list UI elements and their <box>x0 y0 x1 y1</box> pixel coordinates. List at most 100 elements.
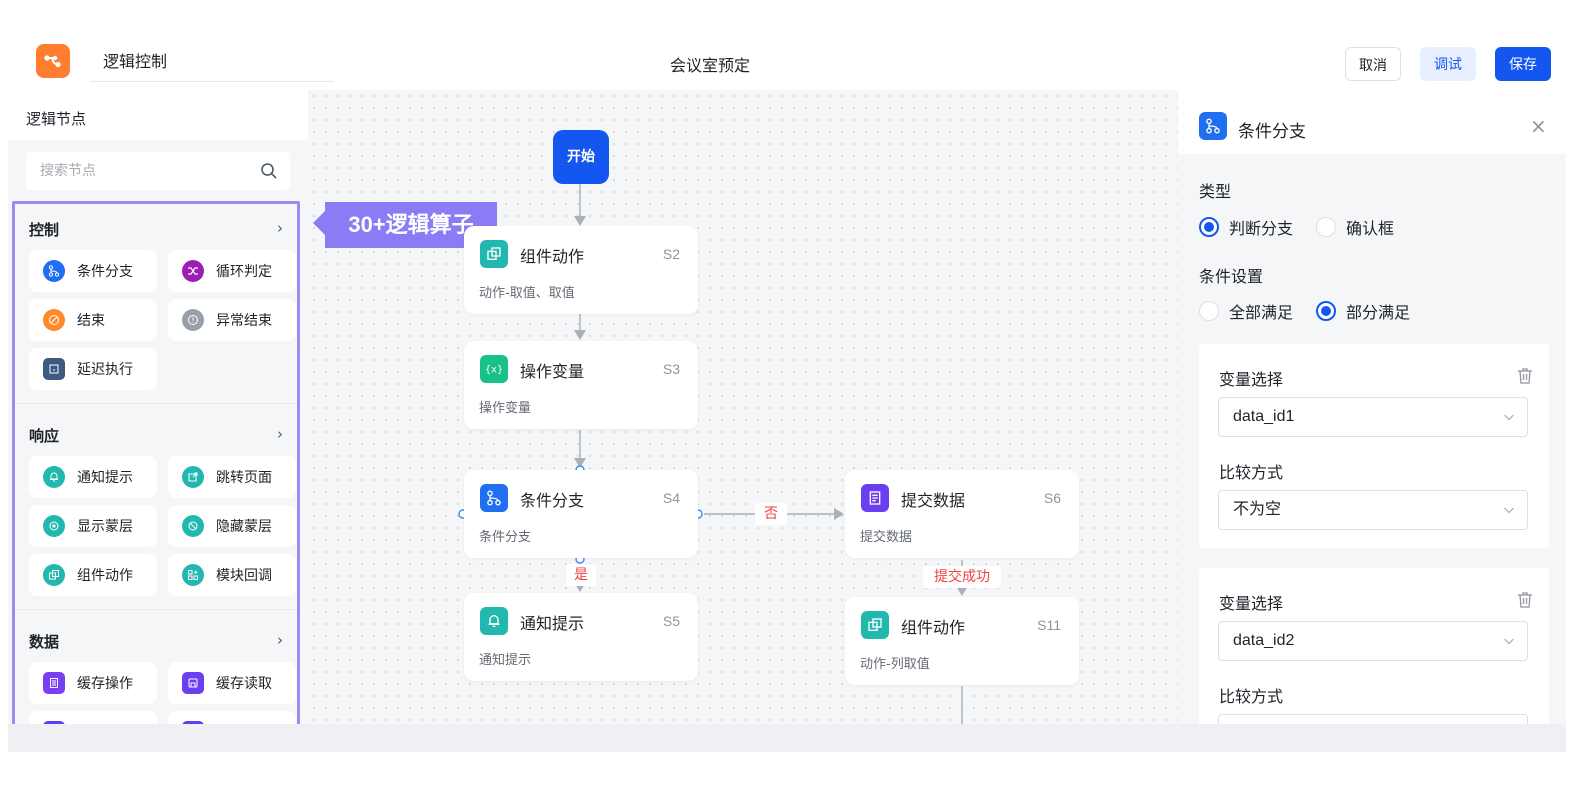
palette-item-label: 缓存读取 <box>216 676 272 692</box>
cancel-button[interactable]: 取消 <box>1345 47 1401 81</box>
flow-node-title: 组件动作 <box>901 618 966 637</box>
palette-item-exception-end[interactable]: 异常结束 <box>168 299 296 341</box>
palette-item-label: 组件动作 <box>77 568 133 584</box>
palette-item-label: 条件分支 <box>77 264 133 280</box>
condition-card: 变量选择 data_id1 比较方式 不为空 <box>1199 344 1549 548</box>
delay-icon <box>43 358 65 380</box>
flow-node-title: 条件分支 <box>520 491 585 510</box>
variable-select[interactable]: data_id2 <box>1218 621 1528 661</box>
compare-label: 比较方式 <box>1219 687 1284 706</box>
palette-item-cache-operation[interactable]: 缓存操作 <box>29 662 157 704</box>
palette-item-label: 循环判定 <box>216 264 272 280</box>
flow-node-s3[interactable]: {x} 操作变量 S3 操作变量 <box>464 341 698 429</box>
chevron-right-icon[interactable]: › <box>277 631 283 649</box>
radio-label: 确认框 <box>1346 219 1395 238</box>
radio-condition-all[interactable]: 全部满足 <box>1199 299 1293 323</box>
trash-icon[interactable] <box>1515 590 1535 610</box>
chevron-down-icon <box>1504 507 1514 514</box>
flow-node-title: 通知提示 <box>520 614 585 633</box>
palette-item-cache-read[interactable]: 缓存读取 <box>168 662 296 704</box>
node-palette: 控制 › 条件分支 循环判定 结束 异常结束 延迟执行 响应 › 通知提示 跳转… <box>12 201 300 730</box>
flow-node-desc: 操作变量 <box>479 401 532 416</box>
select-value: 不为空 <box>1233 501 1282 518</box>
palette-item-condition-branch[interactable]: 条件分支 <box>29 250 157 292</box>
palette-item-delay[interactable]: 延迟执行 <box>29 348 157 390</box>
flow-node-s2[interactable]: 组件动作 S2 动作-取值、取值 <box>464 226 698 314</box>
flow-node-s4[interactable]: 条件分支 S4 条件分支 <box>464 470 698 558</box>
group-divider <box>15 403 297 404</box>
chevron-right-icon[interactable]: › <box>277 425 283 443</box>
palette-item-loop[interactable]: 循环判定 <box>168 250 296 292</box>
cache-read-icon <box>182 672 204 694</box>
palette-item-redirect[interactable]: 跳转页面 <box>168 456 296 498</box>
compare-select[interactable]: 不为空 <box>1218 490 1528 530</box>
condition-card: 变量选择 data_id2 比较方式 <box>1199 568 1549 726</box>
component-icon <box>861 611 889 639</box>
palette-item-module-callback[interactable]: 模块回调 <box>168 554 296 596</box>
palette-item-label: 通知提示 <box>77 470 133 486</box>
palette-item-component-action[interactable]: 组件动作 <box>29 554 157 596</box>
radio-type-confirm[interactable]: 确认框 <box>1316 215 1394 239</box>
sidebar-title: 逻辑节点 <box>26 110 87 128</box>
palette-item-hide-mask[interactable]: 隐藏蒙层 <box>168 505 296 547</box>
variable-select-label: 变量选择 <box>1219 594 1284 613</box>
callout-pointer <box>313 211 325 235</box>
branch-icon <box>1199 112 1227 140</box>
submit-icon <box>861 484 889 512</box>
edge-label-yes[interactable]: 是 <box>566 564 596 586</box>
flow-node-s11[interactable]: 组件动作 S11 动作-列取值 <box>845 597 1079 685</box>
palette-item-notify[interactable]: 通知提示 <box>29 456 157 498</box>
flow-node-s5[interactable]: 通知提示 S5 通知提示 <box>464 593 698 681</box>
radio-unchecked-icon <box>1199 301 1219 321</box>
flow-node-desc: 动作-取值、取值 <box>479 286 575 301</box>
flow-node-s6[interactable]: 提交数据 S6 提交数据 <box>845 470 1079 558</box>
palette-item-label: 缓存操作 <box>77 676 133 692</box>
exception-icon <box>182 309 204 331</box>
flow-node-desc: 动作-列取值 <box>860 657 930 672</box>
bottom-status-strip <box>8 724 1566 752</box>
panel-header: 条件分支 × <box>1178 90 1566 154</box>
palette-item-label: 延迟执行 <box>77 362 133 378</box>
svg-text:{x}: {x} <box>485 365 503 376</box>
page-title: 会议室预定 <box>669 56 750 75</box>
node-search-input[interactable]: 搜索节点 <box>26 152 290 190</box>
edge-label-submit-success[interactable]: 提交成功 <box>923 566 1001 588</box>
flow-start-node[interactable]: 开始 <box>553 130 609 184</box>
debug-button[interactable]: 调试 <box>1420 47 1476 81</box>
palette-item-label: 异常结束 <box>216 313 272 329</box>
flow-node-desc: 条件分支 <box>479 530 532 545</box>
palette-item-label: 隐藏蒙层 <box>216 519 272 535</box>
radio-condition-partial[interactable]: 部分满足 <box>1316 299 1410 323</box>
flow-node-desc: 提交数据 <box>860 530 913 545</box>
variable-select[interactable]: data_id1 <box>1218 397 1528 437</box>
palette-item-label: 结束 <box>77 313 105 329</box>
trash-icon[interactable] <box>1515 366 1535 386</box>
radio-type-judge[interactable]: 判断分支 <box>1199 215 1293 239</box>
group-divider <box>15 609 297 610</box>
branch-icon <box>43 260 65 282</box>
flow-node-id: S5 <box>662 613 680 629</box>
chevron-down-icon <box>1504 414 1514 421</box>
cache-op-icon <box>43 672 65 694</box>
palette-item-label: 显示蒙层 <box>77 519 133 535</box>
radio-unchecked-icon <box>1316 217 1336 237</box>
save-button[interactable]: 保存 <box>1495 47 1551 81</box>
radio-label: 全部满足 <box>1229 303 1294 322</box>
type-label: 类型 <box>1199 182 1232 201</box>
chevron-down-icon <box>1504 638 1514 645</box>
chevron-right-icon[interactable]: › <box>277 219 283 237</box>
search-icon[interactable] <box>260 162 278 180</box>
panel-title: 条件分支 <box>1238 122 1306 142</box>
palette-item-label: 跳转页面 <box>216 470 272 486</box>
group-title-response: 响应 <box>29 427 60 445</box>
redirect-icon <box>182 466 204 488</box>
flow-node-title: 组件动作 <box>520 247 585 266</box>
flow-node-id: S2 <box>662 246 680 262</box>
palette-item-show-mask[interactable]: 显示蒙层 <box>29 505 157 547</box>
module-icon <box>182 564 204 586</box>
variable-select-label: 变量选择 <box>1219 370 1284 389</box>
edge-label-no[interactable]: 否 <box>755 503 787 525</box>
close-icon[interactable]: × <box>1530 114 1547 138</box>
component-icon <box>480 240 508 268</box>
palette-item-end[interactable]: 结束 <box>29 299 157 341</box>
